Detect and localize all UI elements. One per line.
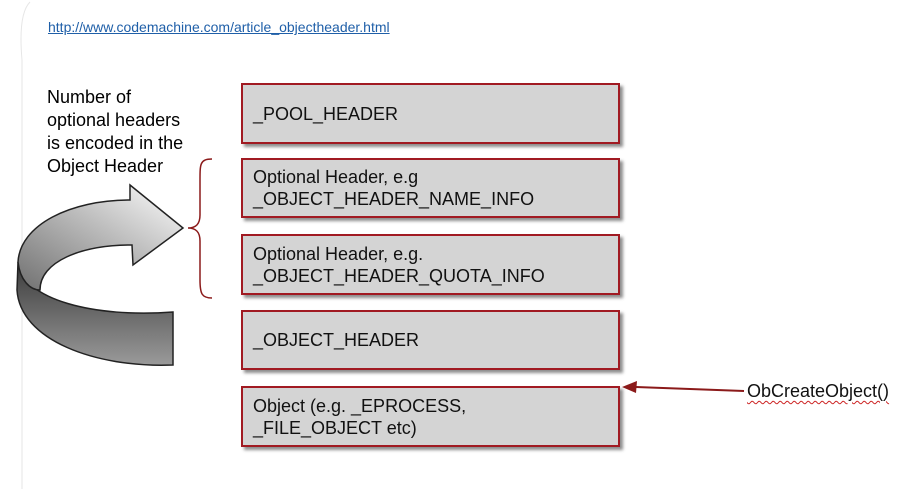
- obcreateobject-label: ObCreateObject(): [747, 381, 890, 401]
- curved-arrow-icon: [17, 183, 185, 291]
- call-arrow-line: [635, 386, 745, 392]
- curly-brace-icon: [187, 158, 213, 299]
- call-arrow-head-icon: [622, 381, 637, 393]
